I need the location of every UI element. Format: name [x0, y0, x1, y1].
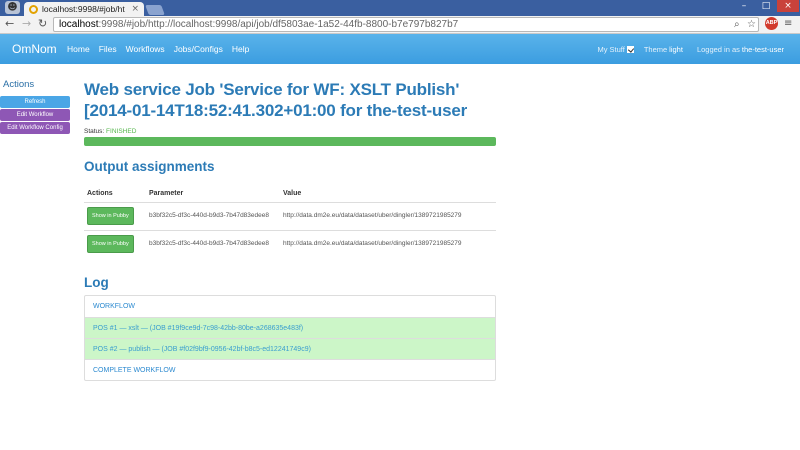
theme-value-link[interactable]: light: [669, 45, 683, 54]
table-cell-action: Show in Pubby: [84, 229, 146, 258]
table-cell-value: http://data.dm2e.eu/data/dataset/uber/di…: [280, 229, 496, 258]
log-item-workflow[interactable]: WORKFLOW: [85, 296, 495, 317]
address-bar[interactable]: localhost:9998/#job/http://localhost:999…: [53, 17, 759, 32]
table-cell-parameter: b3bf32c5-df3c-440d-b9d3-7b47d83edee8: [146, 229, 280, 258]
reload-icon[interactable]: ↻: [38, 17, 47, 30]
logged-in-label: Logged in as: [696, 45, 740, 54]
table-row: Show in Pubby b3bf32c5-df3c-440d-b9d3-7b…: [84, 229, 496, 258]
maximize-window-icon[interactable]: □: [755, 0, 777, 12]
app-navbar: OmNom Home Files Workflows Jobs/Configs …: [0, 34, 800, 64]
my-stuff-label: My Stuff: [597, 45, 625, 54]
log-heading: Log: [84, 275, 109, 290]
status-label: Status:: [84, 128, 105, 135]
url-host: localhost: [59, 19, 99, 30]
nav-link-files[interactable]: Files: [99, 44, 117, 54]
browser-tab[interactable]: localhost:9998/#job/ht ×: [24, 2, 144, 16]
table-cell-action: Show in Pubby: [84, 201, 146, 230]
forward-arrow-icon[interactable]: →: [22, 17, 31, 30]
actions-heading: Actions: [3, 79, 35, 90]
back-arrow-icon[interactable]: ←: [5, 17, 14, 30]
adblock-extension-icon[interactable]: ABP: [765, 17, 778, 30]
zoom-icon[interactable]: ⌕: [734, 19, 740, 30]
browser-tab-title: localhost:9998/#job/ht: [42, 4, 125, 14]
table-cell-value: http://data.dm2e.eu/data/dataset/uber/di…: [280, 201, 496, 230]
nav-link-workflows[interactable]: Workflows: [126, 44, 165, 54]
browser-tab-strip: ☻ localhost:9998/#job/ht × – □ ×: [0, 0, 800, 16]
page-title: Web service Job 'Service for WF: XSLT Pu…: [84, 80, 468, 120]
refresh-button[interactable]: Refresh: [0, 96, 70, 108]
my-stuff-checkbox[interactable]: [626, 46, 634, 53]
address-url: localhost:9998/#job/http://localhost:999…: [59, 19, 458, 30]
theme-label: Theme: [643, 45, 668, 54]
edit-workflow-config-button[interactable]: Edit Workflow Config: [0, 122, 70, 134]
log-item-complete-workflow[interactable]: COMPLETE WORKFLOW: [85, 359, 495, 380]
url-path: :9998/#job/http://localhost:9998/api/job…: [98, 19, 459, 30]
edit-workflow-button[interactable]: Edit Workflow: [0, 109, 70, 121]
user-profile-icon[interactable]: ☻: [5, 1, 20, 14]
nav-link-help[interactable]: Help: [232, 44, 249, 54]
column-header-value: Value: [280, 186, 496, 203]
nav-link-home[interactable]: Home: [67, 44, 90, 54]
new-tab-button[interactable]: [145, 5, 165, 15]
close-tab-icon[interactable]: ×: [131, 4, 139, 14]
minimize-window-icon[interactable]: –: [733, 0, 755, 12]
main-content: Web service Job 'Service for WF: XSLT Pu…: [84, 79, 496, 381]
browser-menu-icon[interactable]: ≡: [784, 18, 792, 29]
status-value: FINISHED: [106, 128, 137, 135]
table-header-row: Actions Parameter Value: [84, 186, 496, 203]
nav-links: Home Files Workflows Jobs/Configs Help: [67, 44, 249, 54]
column-header-parameter: Parameter: [146, 186, 280, 203]
bookmark-star-icon[interactable]: ☆: [747, 19, 756, 30]
output-assignments-heading: Output assignments: [84, 159, 215, 174]
close-window-icon[interactable]: ×: [777, 0, 799, 12]
user-link[interactable]: the-test-user: [742, 45, 784, 54]
log-item-pos-2[interactable]: POS #2 — publish — (JOB #f02f9bf9-0956-4…: [85, 338, 495, 359]
show-in-pubby-button[interactable]: Show in Pubby: [87, 207, 134, 225]
table-cell-parameter: b3bf32c5-df3c-440d-b9d3-7b47d83edee8: [146, 201, 280, 230]
column-header-actions: Actions: [84, 186, 146, 203]
job-status: Status: FINISHED: [84, 128, 496, 135]
nav-link-jobs-configs[interactable]: Jobs/Configs: [174, 44, 223, 54]
navbar-user-area: My Stuff Theme light Logged in as the-te…: [597, 45, 784, 54]
browser-toolbar: ← → ↻ localhost:9998/#job/http://localho…: [0, 16, 800, 34]
output-assignments-table: Actions Parameter Value Show in Pubby b3…: [84, 186, 496, 258]
table-row: Show in Pubby b3bf32c5-df3c-440d-b9d3-7b…: [84, 201, 496, 230]
loading-favicon-icon: [29, 4, 38, 14]
log-item-pos-1[interactable]: POS #1 — xslt — (JOB #19f9ce9d-7c98-42bb…: [85, 317, 495, 338]
actions-sidebar: Actions Refresh Edit Workflow Edit Workf…: [0, 79, 70, 135]
show-in-pubby-button[interactable]: Show in Pubby: [87, 235, 134, 254]
job-progress-bar: [84, 137, 496, 146]
log-list: WORKFLOW POS #1 — xslt — (JOB #19f9ce9d-…: [84, 295, 496, 381]
brand-logo[interactable]: OmNom: [12, 42, 57, 56]
